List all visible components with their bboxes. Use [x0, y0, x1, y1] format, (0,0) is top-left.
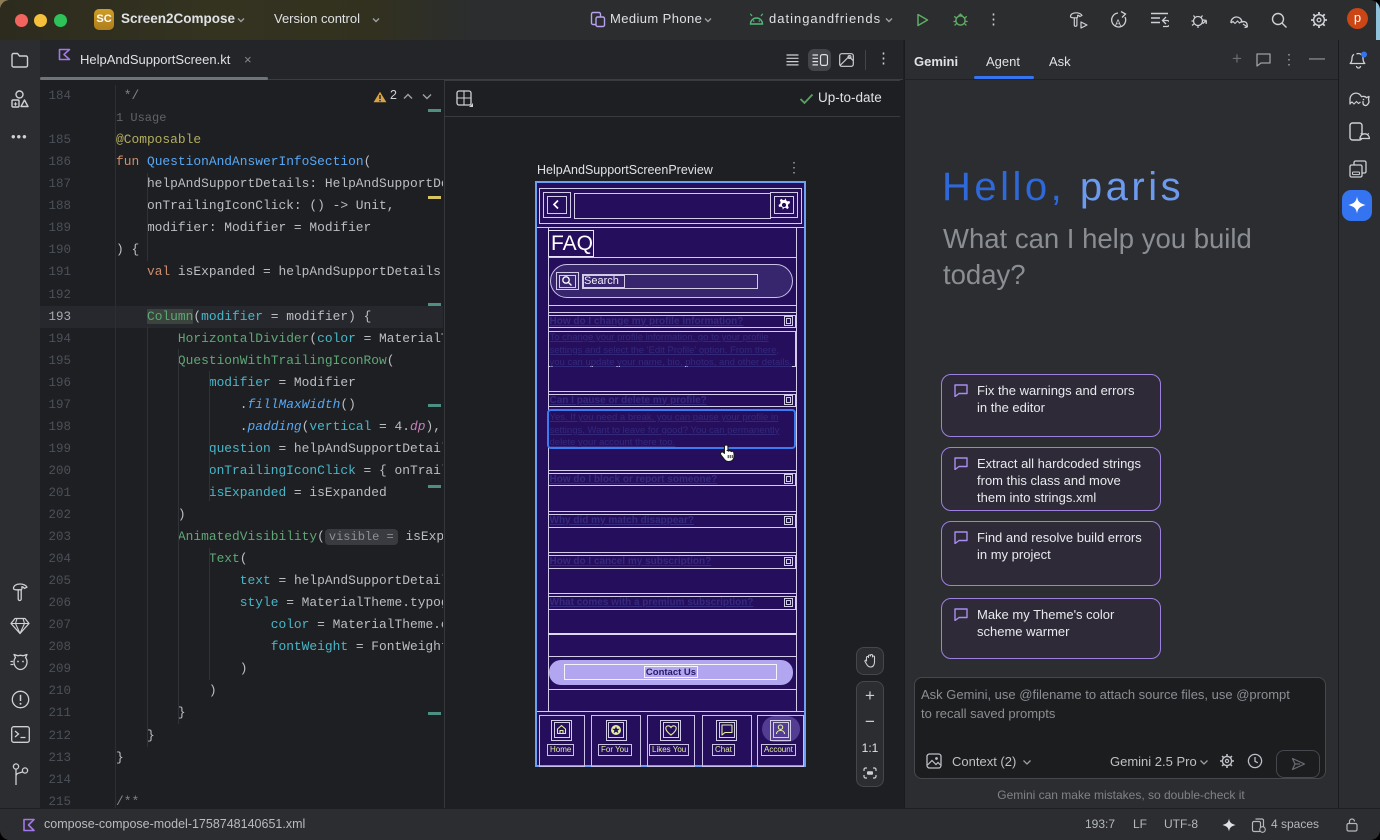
- svg-text:A: A: [1115, 18, 1121, 28]
